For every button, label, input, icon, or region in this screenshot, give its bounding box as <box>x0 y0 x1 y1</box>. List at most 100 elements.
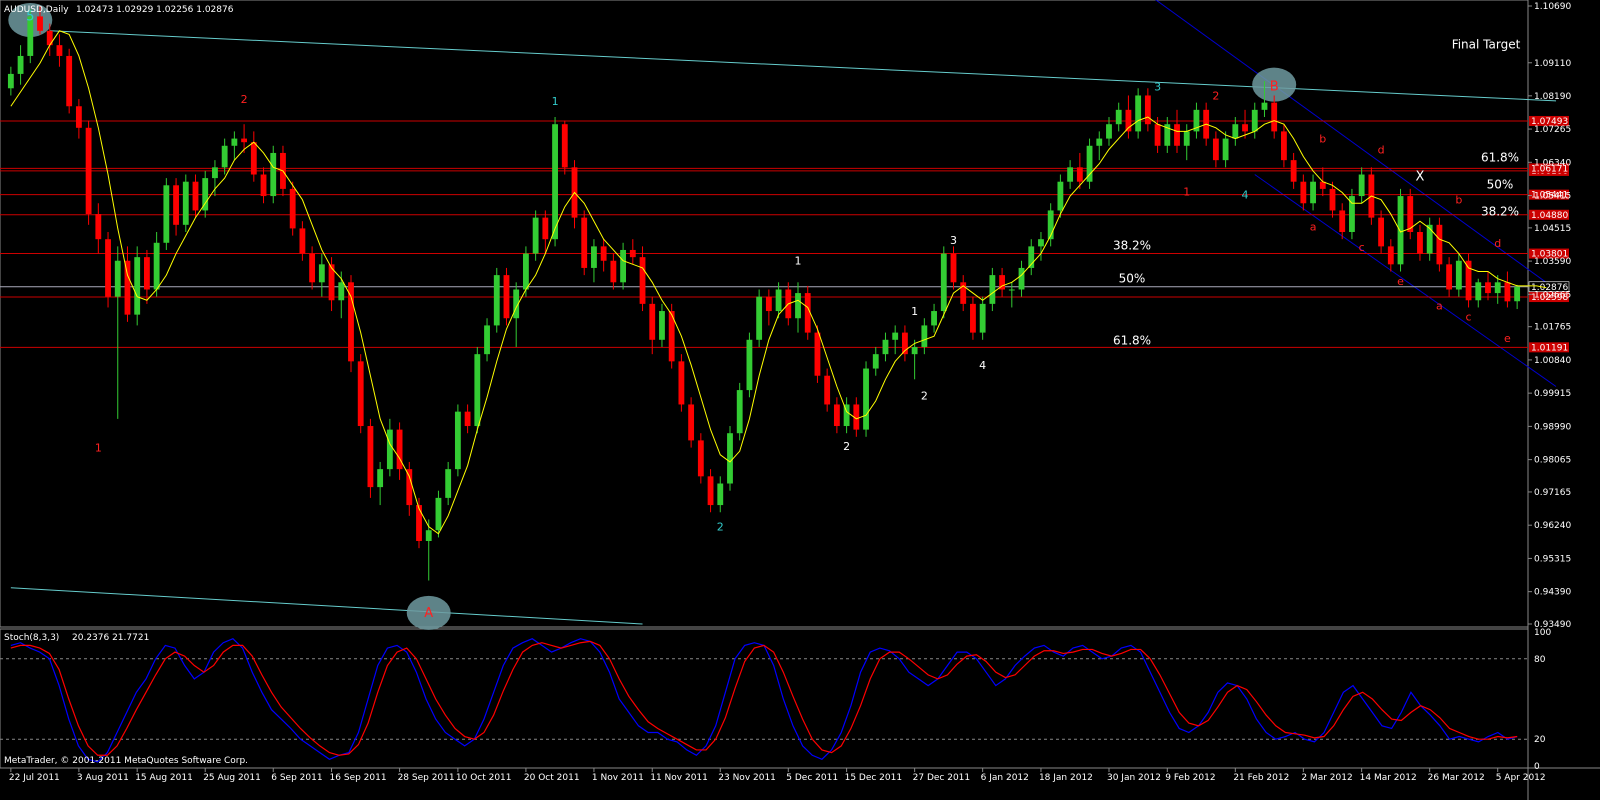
candle-bear <box>1436 224 1443 265</box>
candle-bull <box>717 483 724 506</box>
time-tick-label: 14 Mar 2012 <box>1360 773 1417 783</box>
candle-bear <box>1504 282 1511 302</box>
candle-bear <box>396 429 403 470</box>
candle-bear <box>610 260 617 283</box>
stoch-tick-label: 20 <box>1534 735 1546 745</box>
candle-bear <box>1242 124 1248 132</box>
candle-bull <box>454 411 461 470</box>
wave-label: 4 <box>979 359 986 372</box>
wave-label: d <box>1378 143 1385 156</box>
price-tick-label: 0.95315 <box>1534 554 1571 564</box>
candle-bear <box>1300 181 1307 204</box>
candle-bear <box>688 404 695 441</box>
candle-bull <box>863 368 869 430</box>
candle-bear <box>95 214 102 240</box>
time-tick-label: 6 Sep 2011 <box>271 773 322 783</box>
candle-bull <box>221 145 228 168</box>
candle-bear <box>629 249 636 258</box>
wave-label: 1 <box>795 255 802 268</box>
candle-bull <box>659 311 665 340</box>
level-text: 50% <box>1487 178 1514 192</box>
level-price-tag-label: 1.01191 <box>1531 343 1568 353</box>
level-text: 38.2% <box>1481 205 1519 219</box>
candle-bull <box>1008 289 1015 291</box>
candle-bull <box>1310 181 1316 204</box>
candle-bull <box>775 289 782 312</box>
wave-label: a <box>1310 221 1317 234</box>
candle-bear <box>105 239 111 297</box>
candle-bull <box>338 282 345 301</box>
wave-label: a <box>1436 300 1443 313</box>
candle-bull <box>7 73 14 89</box>
candle-bear <box>464 411 471 427</box>
candle-bull <box>1067 167 1074 182</box>
level-price-tag-label: 1.04880 <box>1531 211 1568 221</box>
time-tick-label: 28 Sep 2011 <box>398 773 455 783</box>
candle-bear <box>75 106 82 128</box>
candle-bull <box>1135 95 1142 132</box>
candle-bull <box>114 260 121 297</box>
candle-bull <box>153 242 160 290</box>
candle-bull <box>493 275 500 326</box>
time-tick-label: 10 Oct 2011 <box>456 773 512 783</box>
candle-bull <box>1494 282 1501 294</box>
candle-bull <box>620 249 627 283</box>
wave-label: X <box>1416 169 1425 184</box>
copyright-text: MetaTrader, © 2001-2011 MetaQuotes Softw… <box>4 756 248 766</box>
candle-bull <box>377 469 384 488</box>
candle-bull <box>17 55 24 74</box>
candle-bull <box>931 311 937 326</box>
candle-bear <box>970 303 976 333</box>
candle-bull <box>1455 260 1462 290</box>
candle-bear <box>192 181 199 211</box>
wave-label: 2 <box>843 440 850 453</box>
candle-bull <box>318 264 325 283</box>
time-tick-label: 26 Mar 2012 <box>1428 773 1485 783</box>
wave-label: b <box>1455 194 1462 207</box>
candle-bull <box>1514 286 1521 302</box>
candle-bear <box>1387 246 1394 265</box>
candle-bull <box>1057 181 1064 211</box>
price-tick-label: 1.05415 <box>1534 192 1571 202</box>
price-tick-label: 0.99915 <box>1534 389 1571 399</box>
mt4-chart[interactable]: 1.074931.061001.061711.054411.048801.038… <box>0 0 1600 800</box>
candle-bear <box>56 45 63 56</box>
candle-bear <box>639 257 646 304</box>
candle-bull <box>522 253 529 290</box>
wave-label: d <box>1494 237 1501 250</box>
candle-bear <box>367 426 374 488</box>
price-tick-label: 1.02665 <box>1534 290 1571 300</box>
price-tick-label: 0.98065 <box>1534 456 1571 466</box>
candle-bear <box>503 275 510 319</box>
wave-label: B <box>1270 79 1279 94</box>
candle-bear <box>1485 282 1491 294</box>
candle-bull <box>1251 109 1258 132</box>
time-tick-label: 1 Nov 2011 <box>592 773 644 783</box>
price-tick-label: 0.96240 <box>1534 521 1571 531</box>
candle-bear <box>950 253 957 283</box>
time-tick-label: 30 Jan 2012 <box>1107 773 1161 783</box>
candle-bear <box>406 469 413 506</box>
wave-label: 2 <box>717 521 724 534</box>
candle-bull <box>134 257 141 315</box>
wave-label: c <box>1359 241 1365 254</box>
candle-bull <box>386 429 393 470</box>
candle-bear <box>241 138 248 143</box>
candle-bull <box>1018 267 1025 290</box>
candle-bull <box>940 253 947 312</box>
time-tick-label: 2 Mar 2012 <box>1301 773 1352 783</box>
candle-bull <box>1232 124 1239 139</box>
price-tick-label: 0.98990 <box>1534 422 1571 432</box>
candle-bear <box>289 188 296 229</box>
candle-bear <box>1465 260 1472 301</box>
candle-bull <box>1183 131 1190 146</box>
candle-bull <box>182 181 189 225</box>
candle-bull <box>163 185 170 243</box>
candle-bear <box>250 142 257 175</box>
candle-bear <box>581 217 588 268</box>
candle-bear <box>1329 188 1336 211</box>
time-tick-label: 15 Dec 2011 <box>845 773 903 783</box>
time-tick-label: 3 Aug 2011 <box>77 773 129 783</box>
candle-bull <box>882 339 889 355</box>
candle-bear <box>649 303 656 340</box>
